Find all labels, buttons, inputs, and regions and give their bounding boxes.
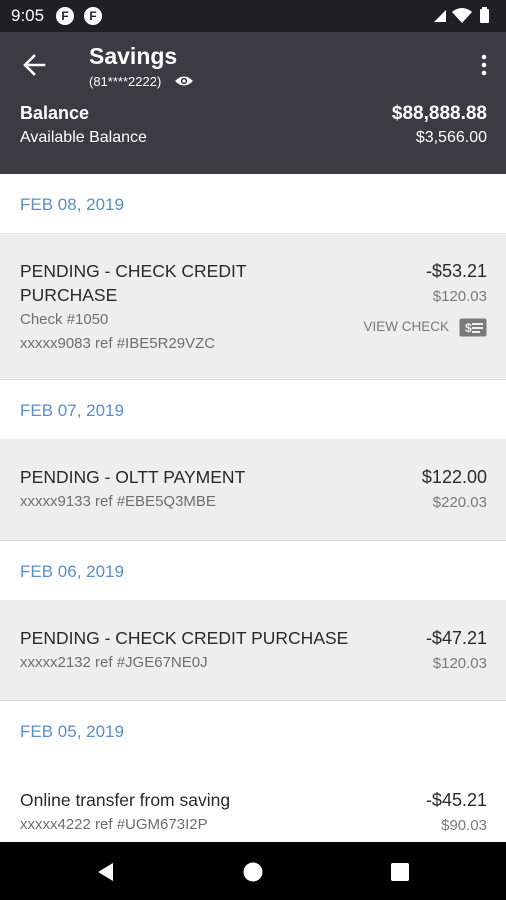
available-balance-label: Available Balance: [20, 129, 147, 146]
transaction-amount: $122.00: [421, 467, 487, 487]
notification-app-icon: F: [56, 7, 74, 25]
view-check-button[interactable]: VIEW CHECK $: [357, 317, 487, 339]
notification-app-icon: F: [84, 7, 102, 25]
signal-icon: [434, 10, 446, 22]
nav-home-icon: [243, 862, 263, 882]
balance-value: $88,888.88: [391, 103, 487, 124]
view-check-label: VIEW CHECK: [363, 319, 449, 334]
back-button[interactable]: [18, 50, 52, 80]
available-balance-value: $3,566.00: [415, 129, 487, 146]
account-header: Savings (81****2222) Balance $88,888.88 …: [0, 32, 506, 174]
date-header: FEB 07, 2019: [0, 380, 506, 439]
date-header: FEB 05, 2019: [0, 701, 506, 760]
status-bar: 9:05 F F: [0, 0, 506, 32]
running-balance: $220.03: [432, 494, 487, 511]
running-balance: $120.03: [432, 655, 487, 672]
transaction-reference: xxxxx4222 ref #UGM673I2P: [20, 816, 208, 833]
running-balance: $120.03: [432, 288, 487, 305]
transaction-reference: xxxxx9133 ref #EBE5Q3MBE: [20, 493, 216, 510]
nav-recents-button[interactable]: [388, 860, 412, 884]
transaction-amount: -$45.21: [425, 790, 487, 810]
transaction-row[interactable]: Online transfer from saving xxxxx4222 re…: [0, 760, 506, 842]
nav-back-icon: [98, 863, 113, 881]
page-title: Savings: [89, 43, 178, 69]
date-header: FEB 08, 2019: [0, 174, 506, 233]
wifi-icon: [452, 8, 472, 23]
more-options-button[interactable]: [476, 52, 492, 78]
balance-label: Balance: [20, 103, 90, 123]
transaction-amount: -$47.21: [425, 628, 487, 648]
transaction-reference: xxxxx2132 ref #JGE67NE0J: [20, 654, 208, 671]
svg-text:$: $: [465, 321, 472, 335]
transaction-amount: -$53.21: [425, 261, 487, 281]
more-vert-icon: [481, 54, 487, 76]
check-number: Check #1050: [20, 311, 109, 328]
system-nav-bar: [0, 842, 506, 900]
running-balance: $90.03: [441, 817, 487, 834]
account-number: (81****2222): [89, 74, 162, 89]
status-icons: [432, 6, 496, 26]
transaction-row[interactable]: PENDING - CHECK CREDIT PURCHASE xxxxx213…: [0, 600, 506, 701]
eye-icon[interactable]: [174, 74, 194, 88]
transaction-description: Online transfer from saving: [20, 790, 231, 810]
arrow-left-icon: [23, 54, 46, 76]
transaction-row[interactable]: PENDING - CHECK CREDIT PURCHASE Check #1…: [0, 233, 506, 380]
date-header: FEB 06, 2019: [0, 541, 506, 600]
transaction-row[interactable]: PENDING - OLTT PAYMENT xxxxx9133 ref #EB…: [0, 439, 506, 541]
nav-back-button[interactable]: [94, 860, 118, 884]
battery-icon: [480, 7, 489, 23]
transaction-list[interactable]: FEB 08, 2019 PENDING - CHECK CREDIT PURC…: [0, 174, 506, 842]
transaction-description: PENDING - CHECK CREDIT PURCHASE: [20, 628, 349, 648]
check-icon: $: [459, 318, 487, 337]
status-time: 9:05: [11, 6, 45, 25]
transaction-reference: xxxxx9083 ref #IBE5R29VZC: [20, 335, 216, 352]
transaction-description: PENDING - CHECK CREDIT PURCHASE: [20, 261, 247, 305]
nav-recents-icon: [391, 863, 409, 881]
transaction-description: PENDING - OLTT PAYMENT: [20, 467, 246, 487]
nav-home-button[interactable]: [241, 860, 265, 884]
